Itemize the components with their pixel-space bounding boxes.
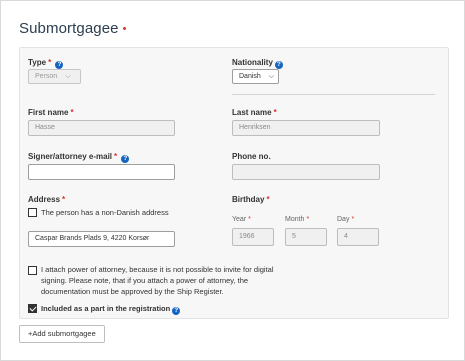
section-title: Submortgagee • <box>19 20 127 37</box>
type-label-text: Type <box>28 58 47 67</box>
included-in-registration-checkbox[interactable] <box>28 304 37 313</box>
required-marker: * <box>351 216 355 223</box>
first-name-label-text: First name <box>28 108 69 117</box>
month-label-text: Month <box>285 216 305 223</box>
birth-year-field[interactable]: 1966 <box>232 228 274 246</box>
year-label: Year * <box>232 216 251 223</box>
last-name-label: Last name * <box>232 108 277 117</box>
phone-label-text: Phone no. <box>232 152 271 161</box>
section-title-text: Submortgagee <box>19 20 119 37</box>
address-label: Address * <box>28 195 65 204</box>
required-marker: * <box>306 216 310 223</box>
power-of-attorney-line: signing. Please note, that if you attach… <box>41 276 249 285</box>
last-name-label-text: Last name <box>232 108 272 117</box>
birth-month-field[interactable]: 5 <box>285 228 327 246</box>
signer-email-label-text: Signer/attorney e-mail <box>28 152 113 161</box>
birth-day-field[interactable]: 4 <box>337 228 379 246</box>
power-of-attorney-line: I attach power of attorney, because it i… <box>41 265 274 274</box>
included-in-registration-label: Included as a part in the registration? <box>41 303 181 315</box>
non-danish-address-checkbox[interactable] <box>28 208 37 217</box>
required-marker: • <box>122 23 127 35</box>
required-marker: * <box>248 216 251 223</box>
submortgagee-card: Type * ? Person ⌵ Nationality? Danish ⌵ Fir… <box>19 47 449 319</box>
nationality-select-value: Danish <box>239 73 261 80</box>
power-of-attorney-line: documentation must be approved by the Sh… <box>41 287 224 296</box>
help-icon[interactable]: ? <box>121 155 130 163</box>
type-label: Type * ? <box>28 58 64 69</box>
help-icon[interactable]: ? <box>172 307 181 315</box>
address-field[interactable]: Caspar Brands Plads 9, 4220 Korsør <box>28 231 175 247</box>
help-icon[interactable]: ? <box>274 61 283 69</box>
address-label-text: Address <box>28 195 61 204</box>
submortgagee-panel: Submortgagee • Type * ? Person ⌵ Nationalit… <box>0 0 465 361</box>
chevron-down-icon: ⌵ <box>268 73 275 80</box>
help-icon[interactable]: ? <box>55 61 64 69</box>
nationality-label: Nationality? <box>232 58 283 69</box>
type-select[interactable]: Person ⌵ <box>28 69 81 84</box>
phone-field[interactable] <box>232 164 380 180</box>
included-in-registration-text: Included as a part in the registration <box>41 304 171 313</box>
first-name-label: First name * <box>28 108 74 117</box>
chevron-down-icon: ⌵ <box>65 73 71 80</box>
day-label-text: Day <box>337 216 350 223</box>
last-name-field[interactable]: Henriksen <box>232 120 380 136</box>
type-select-value: Person <box>35 73 58 80</box>
phone-label: Phone no. <box>232 152 271 161</box>
nationality-label-text: Nationality <box>232 58 273 67</box>
signer-email-field[interactable] <box>28 164 175 180</box>
non-danish-address-label: The person has a non-Danish address <box>41 208 169 217</box>
birthday-label: Birthday * <box>232 195 270 204</box>
required-marker: * <box>114 152 118 161</box>
required-marker: * <box>62 195 66 204</box>
nationality-select[interactable]: Danish ⌵ <box>232 69 279 84</box>
signer-email-label: Signer/attorney e-mail * ? <box>28 152 130 163</box>
year-label-text: Year <box>232 216 247 223</box>
required-marker: * <box>266 195 270 204</box>
birthday-label-text: Birthday <box>232 195 265 204</box>
month-label: Month * <box>285 216 309 223</box>
required-marker: * <box>70 108 74 117</box>
first-name-field[interactable]: Hasse <box>28 120 175 136</box>
add-submortgagee-button[interactable]: +Add submortgagee <box>19 325 105 343</box>
power-of-attorney-checkbox[interactable] <box>28 266 37 275</box>
power-of-attorney-text: I attach power of attorney, because it i… <box>41 264 301 297</box>
day-label: Day * <box>337 216 354 223</box>
required-marker: * <box>48 58 52 67</box>
section-divider <box>232 94 435 95</box>
required-marker: * <box>273 108 277 117</box>
